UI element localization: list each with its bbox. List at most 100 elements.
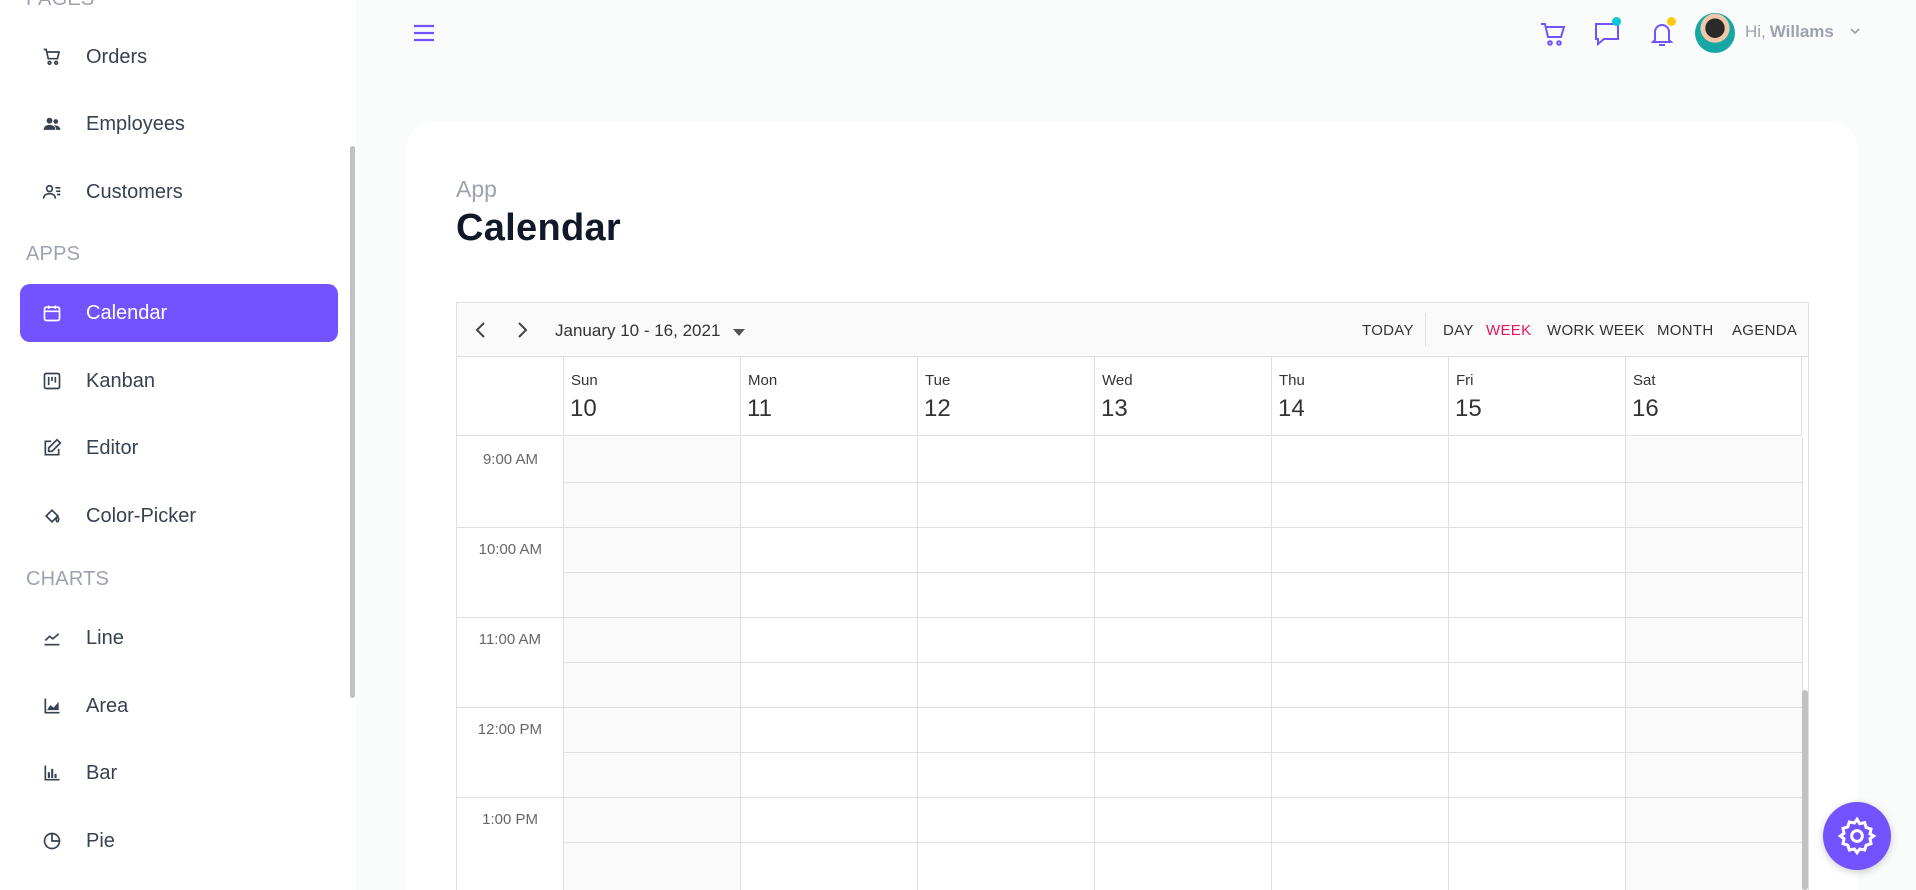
time-label: 12:00 PM: [477, 721, 542, 738]
notification-button[interactable]: [1647, 17, 1677, 49]
greeting-text: Hi,: [1745, 22, 1766, 41]
sidebar-item-label: Employees: [86, 112, 185, 135]
day-date: 16: [1632, 395, 1659, 422]
day-header[interactable]: Fri 15: [1448, 357, 1625, 436]
sidebar-item-calendar[interactable]: Calendar: [20, 284, 338, 342]
chat-button[interactable]: [1592, 17, 1622, 49]
day-date: 12: [924, 395, 951, 422]
sidebar-item-label: Line: [86, 626, 124, 649]
grid-line: [1094, 437, 1095, 890]
day-header[interactable]: Sun 10: [563, 357, 740, 436]
breadcrumb: App: [456, 176, 497, 202]
sidebar-scrollbar[interactable]: [350, 146, 355, 698]
day-date: 14: [1278, 395, 1305, 422]
area-chart-icon: [40, 694, 64, 718]
day-name: Sat: [1633, 372, 1656, 389]
sidebar-item-label: Color-Picker: [86, 504, 197, 527]
grid-line: [1448, 437, 1449, 890]
previous-button[interactable]: [469, 318, 493, 342]
cart-button[interactable]: [1538, 19, 1568, 49]
day-name: Wed: [1102, 372, 1133, 389]
gear-icon: [1837, 816, 1877, 856]
time-label: 10:00 AM: [478, 541, 542, 558]
cart-icon: [40, 45, 64, 69]
day-name: Fri: [1456, 372, 1474, 389]
grid-line: [563, 482, 1802, 483]
sidebar-item-bar[interactable]: Bar: [20, 744, 338, 802]
time-grid[interactable]: 9:00 AM 10:00 AM 11:00 AM 12:00 PM 1:00 …: [457, 437, 1803, 890]
edit-icon: [40, 436, 64, 460]
customers-icon: [40, 180, 64, 204]
day-header[interactable]: Mon 11: [740, 357, 917, 436]
employees-icon: [40, 112, 64, 136]
view-work-week[interactable]: WORK WEEK: [1547, 322, 1645, 339]
grid-line: [1271, 437, 1272, 890]
caret-down-icon[interactable]: [733, 329, 745, 336]
sidebar-item-kanban[interactable]: Kanban: [20, 352, 338, 410]
next-button[interactable]: [510, 318, 534, 342]
sidebar-item-color-picker[interactable]: Color-Picker: [20, 487, 338, 545]
cart-icon: [1541, 23, 1566, 46]
sidebar-item-label: Customers: [86, 180, 183, 203]
menu-toggle-button[interactable]: [411, 20, 437, 46]
day-date: 15: [1455, 395, 1482, 422]
sidebar-section-apps: APPS: [26, 243, 81, 265]
sidebar-item-employees[interactable]: Employees: [20, 95, 338, 153]
sidebar: PAGES Orders Employees Customers APPS Ca…: [0, 0, 356, 890]
scheduler: January 10 - 16, 2021 TODAY DAY WEEK WOR…: [456, 302, 1809, 890]
view-week[interactable]: WEEK: [1486, 322, 1531, 339]
kanban-icon: [40, 369, 64, 393]
time-label: 1:00 PM: [482, 811, 538, 828]
date-range-picker[interactable]: January 10 - 16, 2021: [555, 321, 720, 341]
sidebar-item-label: Kanban: [86, 369, 155, 392]
sidebar-item-label: Area: [86, 694, 129, 717]
view-month[interactable]: MONTH: [1657, 322, 1714, 339]
time-label: 9:00 AM: [482, 451, 538, 468]
sidebar-item-line[interactable]: Line: [20, 609, 338, 667]
day-name: Sun: [571, 372, 598, 389]
today-button[interactable]: TODAY: [1362, 322, 1414, 339]
day-header[interactable]: Wed 13: [1094, 357, 1271, 436]
sidebar-item-orders[interactable]: Orders: [20, 28, 338, 86]
settings-button[interactable]: [1823, 802, 1891, 870]
grid-line: [457, 527, 1802, 528]
bar-chart-icon: [40, 761, 64, 785]
avatar[interactable]: [1695, 13, 1735, 53]
grid-line: [563, 572, 1802, 573]
sidebar-item-pie[interactable]: Pie: [20, 812, 338, 870]
scheduler-scrollbar[interactable]: [1802, 690, 1808, 890]
sidebar-item-label: Bar: [86, 761, 118, 784]
day-header[interactable]: Tue 12: [917, 357, 1094, 436]
day-date: 13: [1101, 395, 1128, 422]
weekend-column: [563, 437, 740, 890]
grid-line: [457, 707, 1802, 708]
toolbar-divider: [1425, 313, 1426, 347]
calendar-icon: [40, 301, 64, 325]
view-day[interactable]: DAY: [1443, 322, 1474, 339]
sidebar-item-area[interactable]: Area: [20, 677, 338, 735]
sidebar-item-label: Pie: [86, 829, 115, 852]
sidebar-section-pages: PAGES: [26, 0, 94, 11]
day-header[interactable]: Thu 14: [1271, 357, 1448, 436]
sidebar-item-editor[interactable]: Editor: [20, 419, 338, 477]
sidebar-section-charts: CHARTS: [26, 568, 110, 590]
grid-line: [740, 437, 741, 890]
week-header: Sun 10 Mon 11 Tue 12 Wed 13 Thu 14 Fri 15 Sat 1…: [457, 357, 1802, 436]
grid-line: [563, 662, 1802, 663]
page-title: Calendar: [456, 207, 622, 249]
notification-dot: [1667, 17, 1676, 26]
sidebar-item-customers[interactable]: Customers: [20, 163, 338, 221]
sidebar-item-label: Editor: [86, 436, 139, 459]
day-header[interactable]: Sat 16: [1625, 357, 1802, 436]
chevron-down-icon[interactable]: [1848, 24, 1862, 38]
day-date: 11: [747, 395, 772, 422]
hamburger-icon: [414, 24, 434, 42]
grid-line: [1625, 437, 1626, 890]
day-date: 10: [570, 395, 597, 422]
grid-line: [563, 752, 1802, 753]
time-label: 11:00 AM: [478, 631, 541, 648]
view-agenda[interactable]: AGENDA: [1732, 322, 1797, 339]
user-profile-button[interactable]: Hi, Willams: [1745, 22, 1834, 42]
grid-line: [457, 797, 1802, 798]
line-chart-icon: [40, 626, 64, 650]
